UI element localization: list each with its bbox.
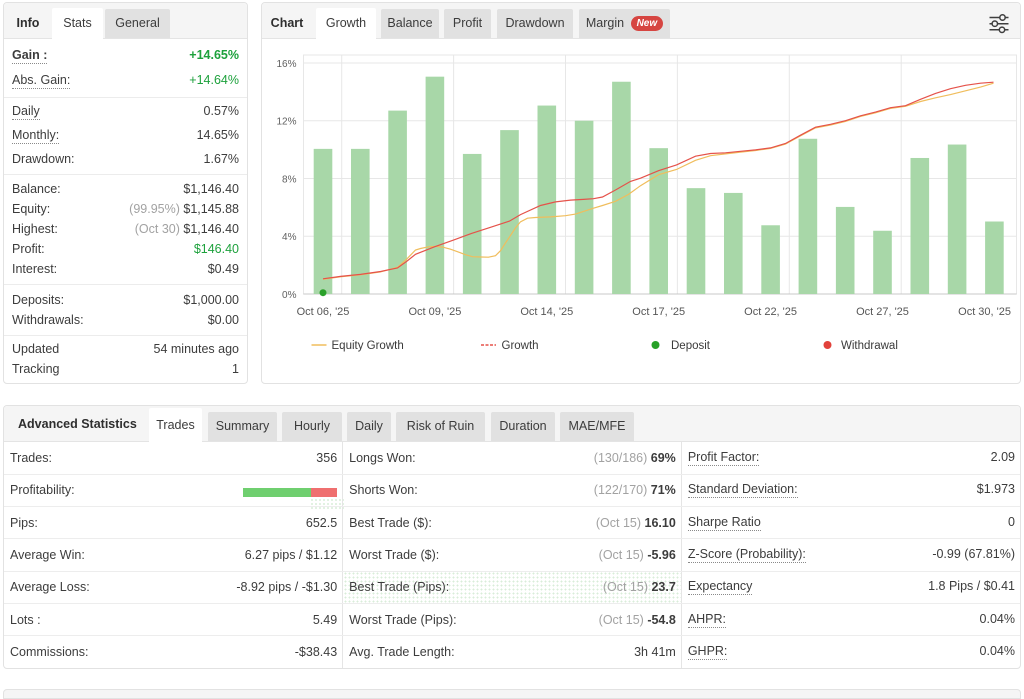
svg-text:4%: 4% — [282, 232, 297, 243]
svg-text:Oct 14, '25: Oct 14, '25 — [520, 306, 573, 318]
svg-text:Oct 30, '25: Oct 30, '25 — [958, 306, 1011, 318]
svg-text:Oct 17, '25: Oct 17, '25 — [632, 306, 685, 318]
svg-text:Deposit: Deposit — [671, 340, 711, 352]
svg-text:Oct 27, '25: Oct 27, '25 — [856, 306, 909, 318]
svg-text:16%: 16% — [276, 59, 296, 70]
svg-text:Growth: Growth — [502, 340, 539, 352]
svg-text:8%: 8% — [282, 174, 297, 185]
svg-text:0%: 0% — [282, 290, 297, 301]
svg-text:Withdrawal: Withdrawal — [841, 340, 898, 352]
svg-text:12%: 12% — [276, 117, 296, 128]
svg-text:Oct 06, '25: Oct 06, '25 — [297, 306, 350, 318]
svg-text:Equity Growth: Equity Growth — [332, 340, 404, 352]
svg-text:Oct 22, '25: Oct 22, '25 — [744, 306, 797, 318]
svg-text:Oct 09, '25: Oct 09, '25 — [408, 306, 461, 318]
